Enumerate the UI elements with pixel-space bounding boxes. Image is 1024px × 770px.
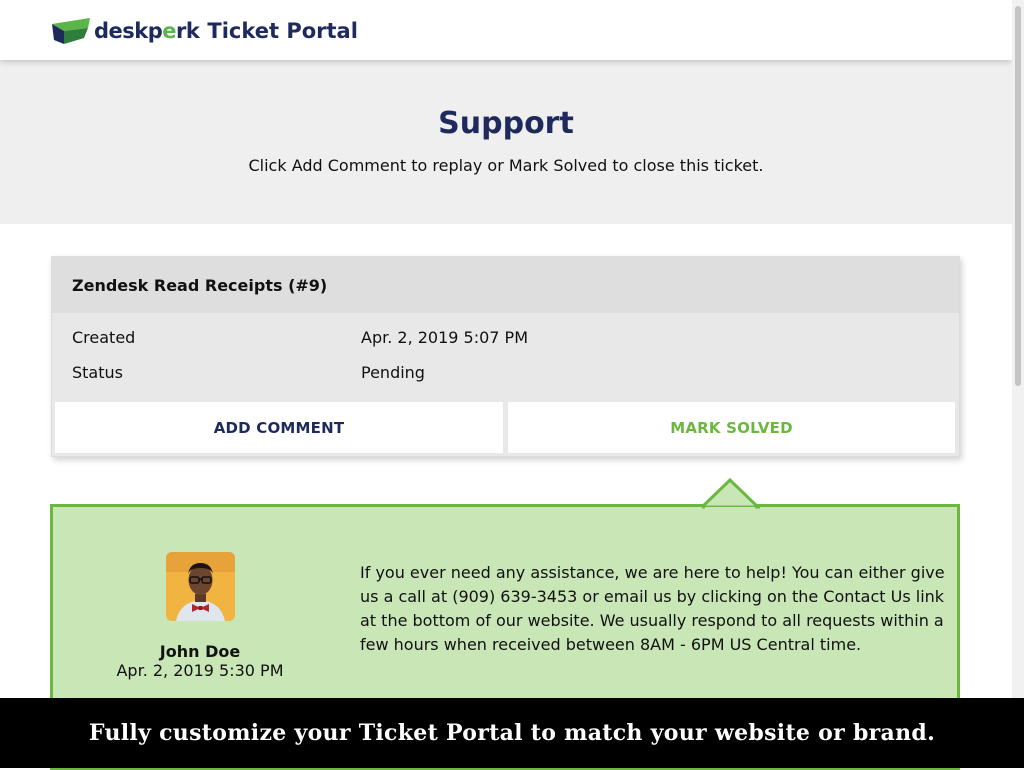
ticket-title: Zendesk Read Receipts (#9)	[72, 276, 328, 295]
brand-wordmark: deskperk	[94, 19, 200, 43]
page-title: Support	[438, 106, 574, 141]
comment-date: Apr. 2, 2019 5:30 PM	[116, 661, 284, 680]
hero-section: Support Click Add Comment to replay or M…	[0, 60, 1012, 224]
promo-banner-text: Fully customize your Ticket Portal to ma…	[88, 720, 936, 746]
portal-name: Ticket Portal	[207, 19, 358, 43]
comment-pointer	[702, 478, 760, 510]
mark-solved-button[interactable]: MARK SOLVED	[508, 402, 955, 453]
promo-banner: Fully customize your Ticket Portal to ma…	[0, 698, 1024, 768]
ticket-title-bar: Zendesk Read Receipts (#9)	[52, 257, 959, 313]
logo[interactable]: deskperk Ticket Portal	[50, 16, 358, 46]
top-header: deskperk Ticket Portal	[0, 0, 1012, 60]
page-subtitle: Click Add Comment to replay or Mark Solv…	[248, 156, 764, 175]
created-value: Apr. 2, 2019 5:07 PM	[361, 328, 529, 347]
comment-author: John Doe	[159, 642, 241, 661]
deskperk-logo-icon	[52, 18, 90, 44]
page-scrollbar[interactable]	[1012, 0, 1024, 768]
ticket-card: Zendesk Read Receipts (#9) Created Apr. …	[51, 256, 960, 457]
add-comment-button[interactable]: ADD COMMENT	[55, 402, 503, 453]
comment-body: If you ever need any assistance, we are …	[360, 563, 945, 654]
user-avatar	[166, 552, 235, 621]
status-label: Status	[72, 363, 123, 382]
scrollbar-thumb[interactable]	[1015, 6, 1021, 386]
created-label: Created	[72, 328, 136, 347]
status-value: Pending	[361, 363, 425, 382]
